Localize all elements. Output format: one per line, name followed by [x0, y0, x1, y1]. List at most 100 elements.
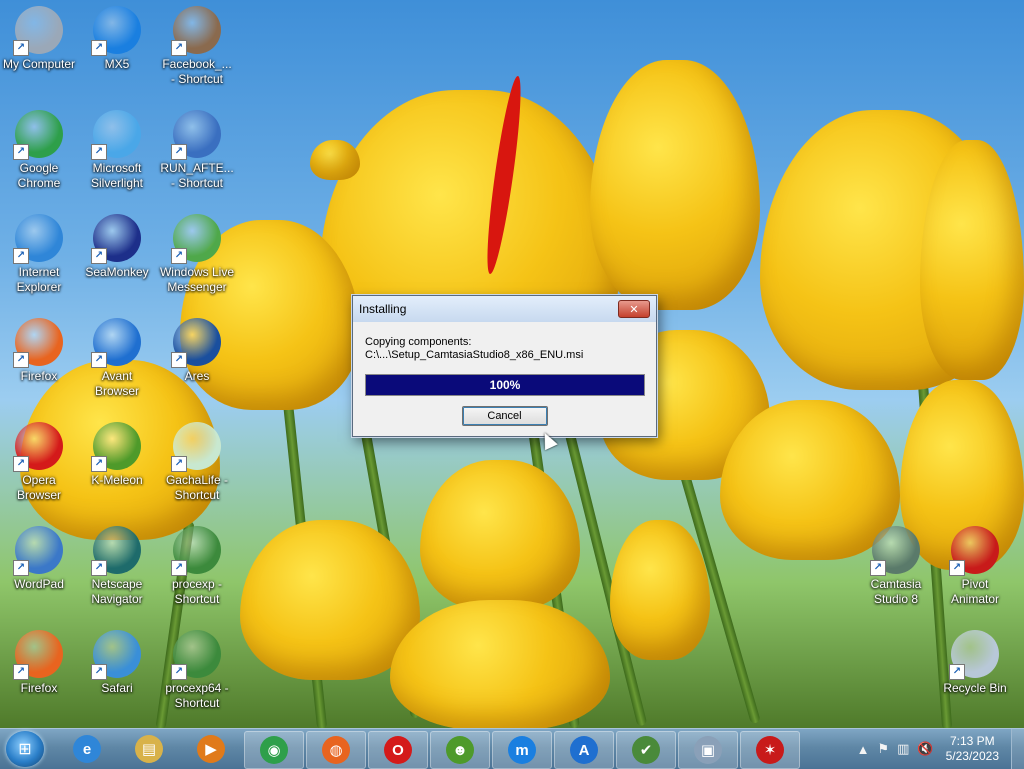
status-line: Copying components: — [365, 336, 472, 348]
chrome-icon: ↗ — [13, 110, 63, 160]
firefox-icon: ↗ — [13, 318, 63, 368]
desktop-icon-label: Google Chrome — [17, 161, 61, 190]
desktop-icon[interactable]: ↗ Google Chrome — [0, 110, 78, 191]
desktop-icon-label: Internet Explorer — [16, 265, 62, 294]
taskbar-item-setup[interactable]: ▣ — [678, 731, 738, 769]
system-tray: ▲ ⚑ ▥ 🔇 7:13 PM 5/23/2023 — [853, 729, 1024, 769]
shortcut-arrow-icon: ↗ — [13, 456, 29, 472]
desktop-icon[interactable]: ↗ procexp - Shortcut — [158, 526, 236, 607]
desktop-icon[interactable]: ↗ Windows Live Messenger — [158, 214, 236, 295]
dialog-titlebar[interactable]: Installing ✕ — [353, 296, 656, 322]
taskbar-item-internet-explorer[interactable]: e — [58, 731, 116, 767]
pivot-animator-icon: ↗ — [949, 526, 999, 576]
desktop-icon[interactable]: ↗ Pivot Animator — [936, 526, 1014, 607]
dialog-title: Installing — [359, 302, 407, 316]
desktop-icon[interactable]: ↗ Firefox — [0, 630, 78, 696]
close-icon: ✕ — [629, 303, 639, 316]
tulip — [310, 140, 360, 180]
shortcut-arrow-icon: ↗ — [949, 664, 965, 680]
desktop-icon[interactable]: ↗ Facebook_... - Shortcut — [158, 6, 236, 87]
desktop-icon-label: Avant Browser — [94, 369, 139, 398]
clock[interactable]: 7:13 PM 5/23/2023 — [946, 734, 999, 764]
internet-explorer-icon: ↗ — [13, 214, 63, 264]
desktop-icon[interactable]: ↗ Recycle Bin — [936, 630, 1014, 696]
dialog-body: Copying components: C:\...\Setup_Camtasi… — [353, 322, 656, 426]
camtasia-icon: ↗ — [870, 526, 920, 576]
tulip — [390, 600, 610, 728]
tulip — [610, 520, 710, 660]
desktop-icon[interactable]: ↗ Opera Browser — [0, 422, 78, 503]
desktop-icon[interactable]: ↗ WordPad — [0, 526, 78, 592]
clock-date: 5/23/2023 — [945, 749, 999, 763]
desktop-icon[interactable]: ↗ Avant Browser — [78, 318, 156, 399]
desktop-icon[interactable]: ↗ RUN_AFTE... - Shortcut — [158, 110, 236, 191]
progress-text: 100% — [489, 378, 521, 392]
desktop-icon-label: Recycle Bin — [943, 681, 1007, 695]
desktop-icon-label: Windows Live Messenger — [159, 265, 235, 294]
media-player-icon: ▶ — [197, 735, 225, 763]
procexp64-icon: ↗ — [171, 630, 221, 680]
recycle-bin-icon: ↗ — [949, 630, 999, 680]
desktop-icon[interactable]: ↗ procexp64 - Shortcut — [158, 630, 236, 711]
shortcut-arrow-icon: ↗ — [171, 40, 187, 56]
file-explorer-icon: ▤ — [135, 735, 163, 763]
taskbar-item-media-player[interactable]: ▶ — [182, 731, 240, 767]
taskbar-item-avant[interactable]: A — [554, 731, 614, 769]
seamonkey-icon: ↗ — [91, 214, 141, 264]
shortcut-arrow-icon: ↗ — [870, 560, 886, 576]
desktop-icon[interactable]: ↗ SeaMonkey — [78, 214, 156, 280]
show-desktop-button[interactable] — [1011, 729, 1024, 769]
desktop-icon-label: Firefox — [20, 681, 58, 695]
desktop-icon[interactable]: ↗ GachaLife - Shortcut — [158, 422, 236, 503]
cancel-button[interactable]: Cancel — [461, 406, 548, 426]
shortcut-arrow-icon: ↗ — [171, 144, 187, 160]
volume-muted-icon[interactable]: 🔇 — [917, 741, 933, 757]
ares-icon: ↗ — [171, 318, 221, 368]
desktop-icon[interactable]: ↗ K-Meleon — [78, 422, 156, 488]
shortcut-arrow-icon: ↗ — [13, 248, 29, 264]
taskbar-item-installer[interactable]: ✔ — [616, 731, 676, 769]
desktop-icon-label: Pivot Animator — [950, 577, 1000, 606]
desktop-icon-label: MX5 — [104, 57, 130, 71]
taskbar-item-maxthon[interactable]: m — [492, 731, 552, 769]
k-meleon-icon: ↗ — [91, 422, 141, 472]
action-center-flag-icon[interactable]: ⚑ — [877, 741, 889, 757]
file-path: C:\...\Setup_CamtasiaStudio8_x86_ENU.msi — [365, 349, 584, 361]
desktop-icon[interactable]: ↗ Internet Explorer — [0, 214, 78, 295]
wordpad-icon: ↗ — [13, 526, 63, 576]
firefox-icon: ◍ — [322, 736, 350, 764]
shortcut-arrow-icon: ↗ — [171, 560, 187, 576]
progress-bar: 100% — [365, 374, 645, 396]
show-hidden-icons-chevron-icon[interactable]: ▲ — [857, 742, 870, 757]
desktop-icon[interactable]: ↗ My Computer — [0, 6, 78, 72]
windows-logo-icon: ⊞ — [18, 741, 32, 758]
desktop-icon[interactable]: ↗ MX5 — [78, 6, 156, 72]
shortcut-arrow-icon: ↗ — [13, 144, 29, 160]
start-button[interactable]: ⊞ — [6, 731, 44, 767]
desktop-icon[interactable]: ↗ Safari — [78, 630, 156, 696]
desktop-icon-label: procexp64 - Shortcut — [165, 681, 229, 710]
desktop-icon[interactable]: ↗ Netscape Navigator — [78, 526, 156, 607]
taskbar-item-opera[interactable]: O — [368, 731, 428, 769]
taskbar-item-file-explorer[interactable]: ▤ — [120, 731, 178, 767]
desktop-icon-label: Firefox — [20, 369, 58, 383]
avant-icon: ↗ — [91, 318, 141, 368]
taskbar-item-chrome[interactable]: ◉ — [244, 731, 304, 769]
desktop-icon-label: GachaLife - Shortcut — [165, 473, 229, 502]
network-icon[interactable]: ▥ — [897, 741, 909, 757]
desktop-icon[interactable]: ↗ Ares — [158, 318, 236, 384]
desktop-icon[interactable]: ↗ Camtasia Studio 8 — [857, 526, 935, 607]
taskbar-item-firefox[interactable]: ◍ — [306, 731, 366, 769]
pivot-animator-icon: ✶ — [756, 736, 784, 764]
taskbar-item-pivot-animator[interactable]: ✶ — [740, 731, 800, 769]
desktop-icon[interactable]: ↗ Firefox — [0, 318, 78, 384]
desktop-icon-label: Safari — [101, 681, 133, 695]
silverlight-icon: ↗ — [91, 110, 141, 160]
gachalife-icon: ↗ — [171, 422, 221, 472]
desktop-icon-label: Facebook_... - Shortcut — [162, 57, 232, 86]
close-button[interactable]: ✕ — [618, 300, 650, 318]
computer-icon: ↗ — [13, 6, 63, 56]
taskbar-item-k-meleon[interactable]: ☻ — [430, 731, 490, 769]
desktop-icon[interactable]: ↗ Microsoft Silverlight — [78, 110, 156, 191]
desktop-icon-label: WordPad — [14, 577, 64, 591]
